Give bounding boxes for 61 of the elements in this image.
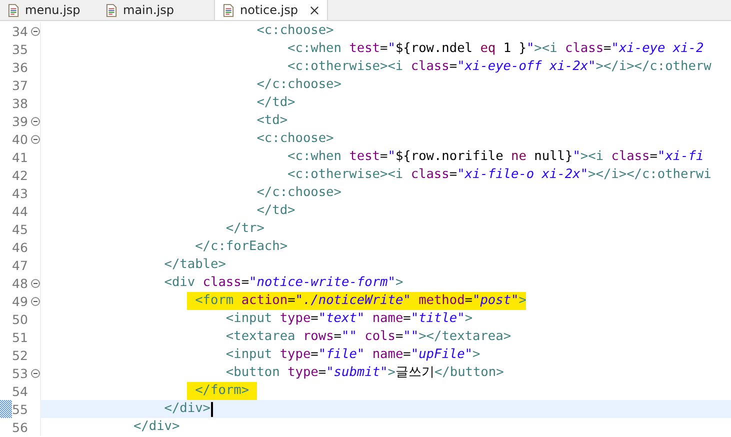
text-cursor xyxy=(210,402,212,416)
code-line: <input type="file" name="upFile"> xyxy=(224,346,480,364)
line-number: 52 xyxy=(12,348,29,362)
code-line: </form> xyxy=(41,382,257,400)
line-number: 42 xyxy=(12,168,29,182)
line-number: 51 xyxy=(12,330,29,344)
code-line: </tr> xyxy=(224,220,264,238)
code-line: <c:otherwise><i class="xi-eye-off xi-2x"></i></c:otherw xyxy=(286,58,712,76)
fold-icon[interactable] xyxy=(31,368,40,378)
code-line: </div> xyxy=(163,400,212,418)
code-line: <c:when test="${row.norifile ne null}"><i class="xi-fi xyxy=(286,148,704,166)
line-number: 36 xyxy=(12,60,29,74)
close-icon[interactable] xyxy=(310,6,319,14)
line-number: 56 xyxy=(12,420,29,434)
file-icon xyxy=(106,4,117,16)
code-line: <td> xyxy=(256,112,288,130)
fold-icon[interactable] xyxy=(31,116,40,126)
line-number: 53 xyxy=(12,366,29,380)
file-icon xyxy=(223,4,234,16)
code-line: <c:choose> xyxy=(256,130,334,148)
code-line: <button type="submit">글쓰기</button> xyxy=(224,364,504,382)
code-line: </c:forEach> xyxy=(194,238,288,256)
line-number: 49 xyxy=(12,294,29,308)
code-line: <input type="text" name="title"> xyxy=(224,310,473,328)
line-number: 35 xyxy=(12,42,29,56)
fold-icon[interactable] xyxy=(31,134,40,144)
code-line: </c:choose> xyxy=(256,184,342,202)
line-number: 34 xyxy=(12,24,29,38)
line-number: 47 xyxy=(12,258,29,272)
file-icon xyxy=(8,4,19,16)
line-number: 54 xyxy=(12,384,29,398)
code-line: <div class="notice-write-form"> xyxy=(163,274,404,292)
code-line: </div> xyxy=(132,418,180,436)
editor-tab[interactable]: menu.jsp xyxy=(0,0,98,20)
editor-tab[interactable]: main.jsp xyxy=(98,0,196,20)
code-line: </td> xyxy=(256,202,296,220)
line-marker-icon xyxy=(0,400,12,418)
code-line: <c:otherwise><i class="xi-file-o xi-2x"></i></c:otherwi xyxy=(286,166,712,184)
line-number: 46 xyxy=(12,240,29,254)
code-line: </td> xyxy=(256,94,296,112)
line-number: 50 xyxy=(12,312,29,326)
code-line: </table> xyxy=(163,256,226,274)
code-line: <form action="./noticeWrite" method="post"> xyxy=(41,292,526,310)
line-number: 38 xyxy=(12,96,29,110)
line-number: 41 xyxy=(12,150,29,164)
code-line: <c:when test="${row.ndel eq 1 }"><i class="xi-eye xi-2 xyxy=(286,40,704,58)
fold-icon[interactable] xyxy=(31,296,40,306)
fold-icon[interactable] xyxy=(31,26,40,36)
line-number: 43 xyxy=(12,186,29,200)
line-number: 40 xyxy=(12,132,29,146)
code-line: <c:choose> xyxy=(256,22,334,40)
line-number: 55 xyxy=(12,402,29,416)
code-line: <textarea rows="" cols=""></textarea> xyxy=(224,328,512,346)
line-number: 45 xyxy=(12,222,29,236)
line-number: 44 xyxy=(12,204,29,218)
line-number: 39 xyxy=(12,114,29,128)
fold-icon[interactable] xyxy=(31,278,40,288)
line-number: 48 xyxy=(12,276,29,290)
editor-tab[interactable]: notice.jsp xyxy=(214,0,328,20)
line-number: 37 xyxy=(12,78,29,92)
code-line: </c:choose> xyxy=(256,76,342,94)
